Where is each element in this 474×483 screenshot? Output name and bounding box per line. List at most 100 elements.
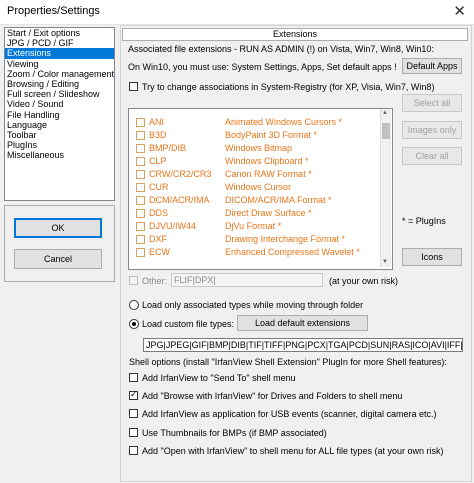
- list-item[interactable]: DJVU/IW44 DjVu Format *: [129, 220, 381, 233]
- list-item[interactable]: BMP/DIB Windows Bitmap: [129, 142, 381, 155]
- file-type-desc: Windows Clipboard *: [225, 156, 309, 166]
- file-type-checkbox[interactable]: [136, 183, 145, 192]
- other-label: Other:: [142, 276, 168, 286]
- file-type-desc: Drawing Interchange Format *: [225, 234, 346, 244]
- sidebar-item-zoom-color[interactable]: Zoom / Color management: [5, 69, 114, 79]
- file-type-checkbox[interactable]: [136, 118, 145, 127]
- file-type-desc: Canon RAW Format *: [225, 169, 312, 179]
- load-custom-radio[interactable]: [129, 319, 139, 329]
- file-type-checkbox[interactable]: [136, 196, 145, 205]
- associated-extensions-label: Associated file extensions - RUN AS ADMI…: [128, 44, 434, 54]
- list-item[interactable]: DDS Direct Draw Surface *: [129, 207, 381, 220]
- file-type-checkbox[interactable]: [136, 235, 145, 244]
- close-icon[interactable]: ✕: [453, 2, 466, 20]
- file-type-ext: CUR: [149, 182, 169, 192]
- list-item[interactable]: B3D BodyPaint 3D Format *: [129, 129, 381, 142]
- select-all-button[interactable]: Select all: [402, 94, 462, 112]
- other-extensions-checkbox[interactable]: [129, 276, 138, 285]
- shell-thumbnails-label: Use Thumbnails for BMPs (if BMP associat…: [142, 428, 327, 438]
- sidebar-item-miscellaneous[interactable]: Miscellaneous: [5, 150, 114, 160]
- file-type-desc: BodyPaint 3D Format *: [225, 130, 318, 140]
- file-type-ext: B3D: [149, 130, 167, 140]
- shell-usb-checkbox[interactable]: [129, 409, 138, 418]
- shell-usb-label: Add IrfanView as application for USB eve…: [142, 409, 437, 419]
- sidebar-item-extensions[interactable]: Extensions: [5, 48, 114, 59]
- clear-all-button[interactable]: Clear all: [402, 147, 462, 165]
- shell-openwith-label: Add "Open with IrfanView" to shell menu …: [142, 446, 444, 456]
- panel-header: Extensions: [122, 28, 468, 41]
- sidebar-item-jpg-pcd-gif[interactable]: JPG / PCD / GIF: [5, 38, 114, 48]
- title-bar: Properties/Settings ✕: [0, 0, 474, 25]
- load-default-extensions-button[interactable]: Load default extensions: [237, 315, 368, 331]
- other-extensions-input[interactable]: FLIF|DPX|: [171, 273, 323, 287]
- try-change-registry-label: Try to change associations in System-Reg…: [142, 82, 435, 92]
- file-type-desc: DICOM/ACR/IMA Format *: [225, 195, 332, 205]
- icons-button[interactable]: Icons: [402, 248, 462, 266]
- load-custom-label: Load custom file types:: [142, 319, 235, 329]
- file-type-ext: ECW: [149, 247, 170, 257]
- shell-openwith-checkbox[interactable]: [129, 446, 138, 455]
- file-type-checkbox[interactable]: [136, 248, 145, 257]
- default-apps-button[interactable]: Default Apps: [402, 58, 462, 74]
- file-type-desc: Direct Draw Surface *: [225, 208, 312, 218]
- file-type-checkbox[interactable]: [136, 209, 145, 218]
- file-type-ext: DJVU/IW44: [149, 221, 197, 231]
- file-type-ext: DXF: [149, 234, 167, 244]
- dialog-buttons-group: [4, 205, 115, 282]
- sidebar-item-plugins[interactable]: PlugIns: [5, 140, 114, 150]
- file-type-desc: Windows Bitmap: [225, 143, 293, 153]
- shell-thumbnails-checkbox[interactable]: [129, 428, 138, 437]
- file-type-checkbox[interactable]: [136, 131, 145, 140]
- list-item[interactable]: ECW Enhanced Compressed Wavelet *: [129, 246, 381, 259]
- settings-category-list[interactable]: Start / Exit options JPG / PCD / GIF Ext…: [4, 27, 115, 201]
- other-risk-note: (at your own risk): [329, 276, 399, 286]
- list-item[interactable]: ANI Animated Windows Cursors *: [129, 116, 381, 129]
- file-type-checkbox[interactable]: [136, 170, 145, 179]
- window-title: Properties/Settings: [7, 5, 100, 17]
- list-item[interactable]: CLP Windows Clipboard *: [129, 155, 381, 168]
- file-type-ext: DDS: [149, 208, 169, 218]
- file-type-list-scrollbar[interactable]: ▲ ▼: [380, 109, 391, 267]
- file-type-desc: DjVu Format *: [225, 221, 282, 231]
- file-type-list[interactable]: ANI Animated Windows Cursors * B3D BodyP…: [128, 108, 393, 270]
- scroll-up-arrow-icon[interactable]: ▲: [382, 110, 388, 116]
- file-type-checkbox[interactable]: [136, 144, 145, 153]
- list-item[interactable]: CUR Windows Cursor: [129, 181, 381, 194]
- file-type-desc: Animated Windows Cursors *: [225, 117, 343, 127]
- sidebar-item-video-sound[interactable]: Video / Sound: [5, 99, 114, 109]
- sidebar-item-viewing[interactable]: Viewing: [5, 59, 114, 69]
- sidebar-item-start-exit[interactable]: Start / Exit options: [5, 28, 114, 38]
- list-item[interactable]: CRW/CR2/CR3 Canon RAW Format *: [129, 168, 381, 181]
- file-type-checkbox[interactable]: [136, 157, 145, 166]
- load-associated-label: Load only associated types while moving …: [142, 300, 364, 310]
- file-type-ext: DCM/ACR/IMA: [149, 195, 210, 205]
- file-type-ext: ANI: [149, 117, 165, 127]
- list-item[interactable]: DCM/ACR/IMA DICOM/ACR/IMA Format *: [129, 194, 381, 207]
- scroll-down-arrow-icon[interactable]: ▼: [382, 259, 388, 265]
- sidebar-item-browsing-editing[interactable]: Browsing / Editing: [5, 79, 114, 89]
- file-type-desc: Windows Cursor: [225, 182, 292, 192]
- try-change-registry-checkbox[interactable]: [129, 82, 138, 91]
- cancel-button[interactable]: Cancel: [14, 249, 102, 269]
- file-type-ext: CRW/CR2/CR3: [149, 169, 212, 179]
- sidebar-item-language[interactable]: Language: [5, 120, 114, 130]
- file-type-ext: CLP: [149, 156, 167, 166]
- sidebar-item-file-handling[interactable]: File Handling: [5, 110, 114, 120]
- shell-sendto-label: Add IrfanView to "Send To" shell menu: [142, 373, 296, 383]
- shell-options-heading: Shell options (install "IrfanView Shell …: [129, 357, 447, 367]
- list-item[interactable]: DXF Drawing Interchange Format *: [129, 233, 381, 246]
- file-type-ext: BMP/DIB: [149, 143, 187, 153]
- file-type-desc: Enhanced Compressed Wavelet *: [225, 247, 360, 257]
- load-associated-radio[interactable]: [129, 300, 139, 310]
- scrollbar-thumb[interactable]: [382, 123, 390, 139]
- file-type-checkbox[interactable]: [136, 222, 145, 231]
- shell-sendto-checkbox[interactable]: [129, 373, 138, 382]
- ok-button[interactable]: OK: [14, 218, 102, 238]
- sidebar-item-toolbar[interactable]: Toolbar: [5, 130, 114, 140]
- images-only-button[interactable]: Images only: [402, 121, 462, 139]
- plugins-note: * = PlugIns: [402, 216, 446, 226]
- shell-browse-checkbox[interactable]: [129, 389, 138, 400]
- sidebar-item-fullscreen-slideshow[interactable]: Full screen / Slideshow: [5, 89, 114, 99]
- shell-browse-label: Add "Browse with IrfanView" for Drives a…: [142, 391, 403, 401]
- custom-file-types-input[interactable]: JPG|JPEG|GIF|BMP|DIB|TIF|TIFF|PNG|PCX|TG…: [143, 338, 463, 352]
